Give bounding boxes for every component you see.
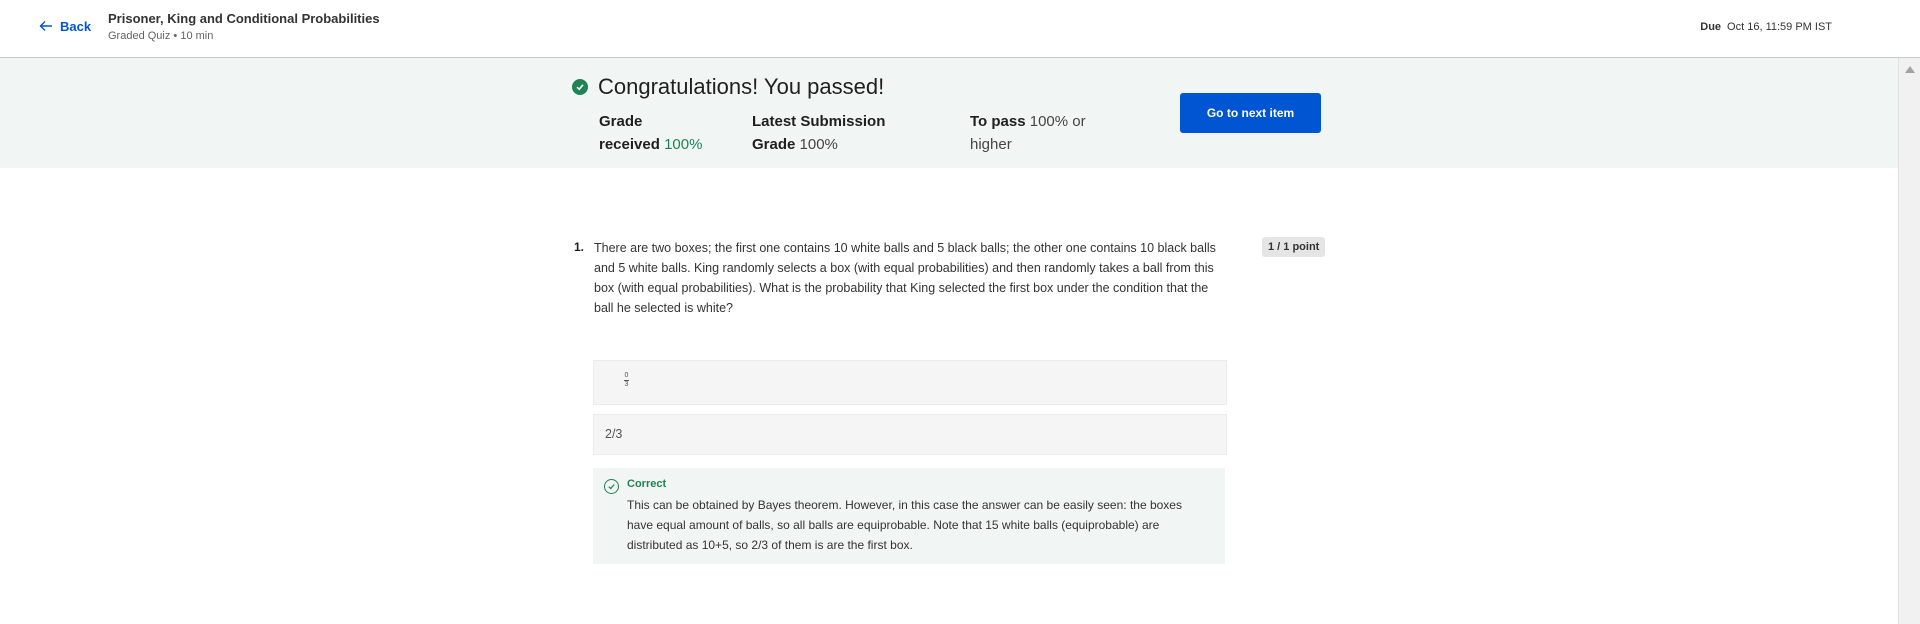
back-button[interactable]: Back xyxy=(38,18,91,34)
check-circle-outline-icon xyxy=(604,479,619,494)
latest-value: 100% xyxy=(799,136,838,153)
latest-label: Latest Submission xyxy=(752,113,886,130)
grade-label-2: received xyxy=(599,136,660,153)
latest-label-2: Grade xyxy=(752,136,796,153)
latest-submission-grade: Latest Submission Grade 100% xyxy=(752,110,885,156)
back-label: Back xyxy=(60,18,92,34)
scroll-up-arrow-icon[interactable] xyxy=(1905,66,1915,73)
question-text: There are two boxes; the first one conta… xyxy=(594,241,1216,315)
pass-label: To pass xyxy=(970,113,1026,130)
feedback-correct-label: Correct xyxy=(627,478,667,490)
fraction-value: 0 3 xyxy=(624,372,629,388)
grade-received: Grade received 100% xyxy=(599,110,702,156)
fraction-denominator: 3 xyxy=(624,381,629,388)
quiz-subtitle: Graded Quiz • 10 min xyxy=(108,30,214,42)
congrats-message: Congratulations! You passed! xyxy=(598,74,885,99)
due-value: Oct 16, 11:59 PM IST xyxy=(1727,21,1832,33)
quiz-title: Prisoner, King and Conditional Probabili… xyxy=(108,11,380,26)
points-badge: 1 / 1 point xyxy=(1262,237,1326,257)
quiz-title-block: Prisoner, King and Conditional Probabili… xyxy=(108,11,380,42)
grade-label: Grade xyxy=(599,113,643,130)
top-header: Back Prisoner, King and Conditional Prob… xyxy=(0,0,1920,58)
answer-option-text-value: 2/3 xyxy=(605,427,623,441)
grade-value: 100% xyxy=(664,136,703,153)
pass-requirement: To pass 100% or higher xyxy=(970,110,1086,156)
due-label: Due xyxy=(1700,21,1722,33)
feedback-box: Correct This can be obtained by Bayes th… xyxy=(593,468,1225,564)
check-circle-icon xyxy=(572,79,588,95)
result-banner: Congratulations! You passed! Grade recei… xyxy=(0,58,1898,168)
answer-option-text[interactable]: 2/3 xyxy=(593,414,1227,455)
pass-value-2: higher xyxy=(970,136,1012,153)
due-date: Due Oct 16, 11:59 PM IST xyxy=(1700,21,1832,33)
pass-value: 100% or xyxy=(1029,113,1086,130)
answer-option-fraction[interactable]: 0 3 xyxy=(593,360,1227,405)
next-item-button[interactable]: Go to next item xyxy=(1180,93,1321,133)
fraction-numerator: 0 xyxy=(624,372,629,379)
congrats-heading: Congratulations! You passed! xyxy=(572,74,884,100)
arrow-left-icon xyxy=(39,21,52,31)
feedback-explanation: This can be obtained by Bayes theorem. H… xyxy=(627,498,1182,552)
question-number: 1. xyxy=(574,240,585,254)
scrollbar[interactable] xyxy=(1898,58,1920,624)
